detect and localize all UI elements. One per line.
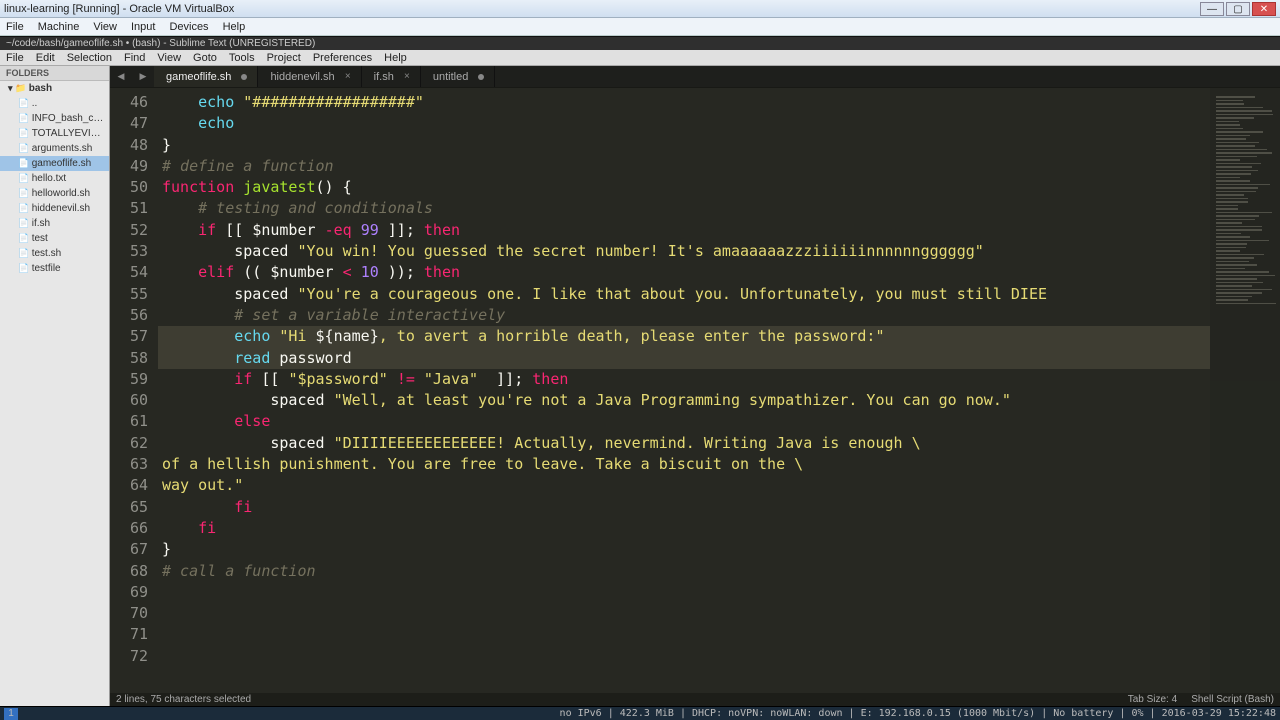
code-line[interactable]: echo "Hi ${name}, to avert a horrible de…: [158, 326, 1210, 347]
sublime-menu-view[interactable]: View: [157, 52, 181, 64]
tab-label: hiddenevil.sh: [270, 71, 334, 83]
tab-nav-next[interactable]: ▶: [132, 66, 154, 87]
status-syntax[interactable]: Shell Script (Bash): [1191, 694, 1274, 705]
tab-label: gameoflife.sh: [166, 71, 231, 83]
code-area[interactable]: echo "##################" echo}# define …: [158, 88, 1210, 693]
tab[interactable]: if.sh ×: [362, 66, 421, 87]
maximize-button[interactable]: ▢: [1226, 2, 1250, 16]
sublime-menu-edit[interactable]: Edit: [36, 52, 55, 64]
sidebar-file[interactable]: if.sh: [0, 216, 109, 231]
sublime-menu-help[interactable]: Help: [384, 52, 407, 64]
tab[interactable]: untitled: [421, 66, 495, 87]
sidebar-file[interactable]: ..: [0, 96, 109, 111]
code-line[interactable]: # testing and conditionals: [158, 198, 1210, 219]
code-line[interactable]: # define a function: [158, 156, 1210, 177]
sidebar-file[interactable]: test.sh: [0, 246, 109, 261]
workspace: FOLDERS bash ..INFO_bash_comparTOTALLYEV…: [0, 66, 1280, 706]
sublime-menu-selection[interactable]: Selection: [67, 52, 112, 64]
sidebar-file[interactable]: testfile: [0, 261, 109, 276]
tabbar: ◀ ▶ gameoflife.sh hiddenevil.sh × if.sh × unt…: [110, 66, 1280, 88]
workspace-indicator[interactable]: 1: [4, 708, 18, 720]
close-icon[interactable]: ×: [345, 71, 351, 82]
code-line[interactable]: elif (( $number < 10 )); then: [158, 262, 1210, 283]
code-line[interactable]: spaced "Well, at least you're not a Java…: [158, 390, 1210, 411]
sublime-menu-find[interactable]: Find: [124, 52, 145, 64]
vbox-window-controls: — ▢ ✕: [1200, 2, 1276, 16]
vbox-menu-devices[interactable]: Devices: [169, 21, 208, 33]
code-line[interactable]: of a hellish punishment. You are free to…: [158, 454, 1210, 475]
sublime-menu-tools[interactable]: Tools: [229, 52, 255, 64]
sidebar-heading: FOLDERS: [0, 66, 109, 81]
code-line[interactable]: }: [158, 135, 1210, 156]
code-line[interactable]: }: [158, 539, 1210, 560]
vbox-titlebar: linux-learning [Running] - Oracle VM Vir…: [0, 0, 1280, 18]
code-line[interactable]: read password: [158, 348, 1210, 369]
status-tabsize[interactable]: Tab Size: 4: [1128, 694, 1177, 705]
vbox-menu-file[interactable]: File: [6, 21, 24, 33]
vbox-menu-machine[interactable]: Machine: [38, 21, 80, 33]
code-line[interactable]: # call a function: [158, 561, 1210, 582]
code-line[interactable]: fi: [158, 518, 1210, 539]
sublime-menu-preferences[interactable]: Preferences: [313, 52, 372, 64]
sidebar-file[interactable]: hiddenevil.sh: [0, 201, 109, 216]
sidebar-file[interactable]: helloworld.sh: [0, 186, 109, 201]
vbox-menu-view[interactable]: View: [93, 21, 117, 33]
sidebar-file[interactable]: INFO_bash_compar: [0, 111, 109, 126]
close-button[interactable]: ✕: [1252, 2, 1276, 16]
editor-body[interactable]: 4647484950515253545556575859606162636465…: [110, 88, 1280, 693]
code-line[interactable]: if [[ $number -eq 99 ]]; then: [158, 220, 1210, 241]
sidebar-file[interactable]: gameoflife.sh: [0, 156, 109, 171]
sidebar-file[interactable]: test: [0, 231, 109, 246]
vbox-menu-input[interactable]: Input: [131, 21, 155, 33]
code-line[interactable]: # set a variable interactively: [158, 305, 1210, 326]
code-line[interactable]: if [[ "$password" != "Java" ]]; then: [158, 369, 1210, 390]
sidebar-file[interactable]: hello.txt: [0, 171, 109, 186]
code-line[interactable]: echo "##################": [158, 92, 1210, 113]
code-line[interactable]: spaced "DIIIIEEEEEEEEEEEE! Actually, nev…: [158, 433, 1210, 454]
sublime-menu-goto[interactable]: Goto: [193, 52, 217, 64]
line-gutter: 4647484950515253545556575859606162636465…: [110, 88, 158, 693]
minimap[interactable]: [1210, 88, 1280, 693]
tab-label: untitled: [433, 71, 468, 83]
close-icon[interactable]: ×: [404, 71, 410, 82]
dirty-dot-icon: [241, 74, 247, 80]
tab-label: if.sh: [374, 71, 394, 83]
sidebar-file[interactable]: TOTALLYEVIL.sh: [0, 126, 109, 141]
tab-nav-prev[interactable]: ◀: [110, 66, 132, 87]
code-line[interactable]: fi: [158, 497, 1210, 518]
sublime-menu-file[interactable]: File: [6, 52, 24, 64]
status-meters-text: no IPv6 | 422.3 MiB | DHCP: noVPN: noWLA…: [560, 708, 1276, 719]
desktop-panel: 1 no IPv6 | 422.3 MiB | DHCP: noVPN: noW…: [0, 706, 1280, 720]
sublime-titlebar: ~/code/bash/gameoflife.sh • (bash) - Sub…: [0, 36, 1280, 50]
sublime-menubar: File Edit Selection Find View Goto Tools…: [0, 50, 1280, 66]
code-line[interactable]: spaced "You're a courageous one. I like …: [158, 284, 1210, 305]
status-selection: 2 lines, 75 characters selected: [116, 694, 251, 705]
sublime-title: ~/code/bash/gameoflife.sh • (bash) - Sub…: [6, 38, 315, 49]
vbox-title: linux-learning [Running] - Oracle VM Vir…: [4, 3, 1200, 15]
sublime-menu-project[interactable]: Project: [267, 52, 301, 64]
editor: ◀ ▶ gameoflife.sh hiddenevil.sh × if.sh × unt…: [110, 66, 1280, 706]
code-line[interactable]: way out.": [158, 475, 1210, 496]
status-meters: no IPv6 | 422.3 MiB | DHCP: noVPN: noWLA…: [560, 708, 1276, 719]
sidebar: FOLDERS bash ..INFO_bash_comparTOTALLYEV…: [0, 66, 110, 706]
code-line[interactable]: echo: [158, 113, 1210, 134]
code-line[interactable]: spaced "You win! You guessed the secret …: [158, 241, 1210, 262]
code-line[interactable]: else: [158, 411, 1210, 432]
dirty-dot-icon: [478, 74, 484, 80]
sidebar-folder[interactable]: bash: [0, 81, 109, 96]
tab[interactable]: hiddenevil.sh ×: [258, 66, 361, 87]
vbox-menu-help[interactable]: Help: [223, 21, 246, 33]
code-line[interactable]: function javatest() {: [158, 177, 1210, 198]
status-bar: 2 lines, 75 characters selected Tab Size…: [110, 693, 1280, 706]
vbox-menubar: File Machine View Input Devices Help: [0, 18, 1280, 36]
minimize-button[interactable]: —: [1200, 2, 1224, 16]
tab[interactable]: gameoflife.sh: [154, 66, 258, 87]
sidebar-file[interactable]: arguments.sh: [0, 141, 109, 156]
